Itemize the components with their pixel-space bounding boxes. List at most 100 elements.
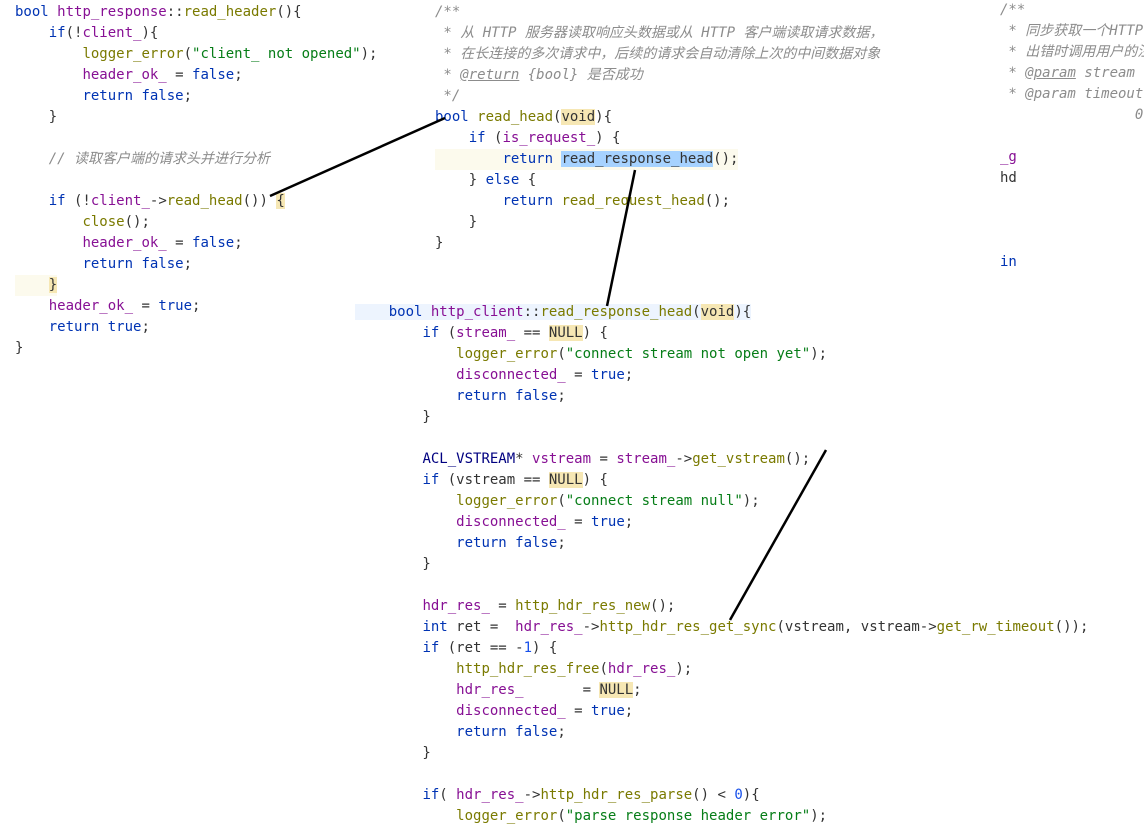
code-line[interactable]: return false; — [15, 88, 192, 104]
token-op — [507, 535, 515, 551]
code-pane-mid-bottom[interactable]: bool http_client::read_response_head(voi… — [355, 302, 1088, 827]
code-line[interactable]: disconnected_ = true; — [355, 703, 633, 719]
code-line[interactable]: return true; — [15, 319, 150, 335]
code-line[interactable]: if (vstream == NULL) { — [355, 472, 608, 488]
code-line[interactable]: */ — [435, 88, 460, 104]
token-op: (); — [650, 598, 675, 614]
token-kw: if — [422, 787, 439, 803]
token-kw: bool — [15, 4, 49, 20]
token-op — [355, 640, 422, 656]
code-line[interactable]: if( hdr_res_->http_hdr_res_parse() < 0){ — [355, 787, 760, 803]
code-line[interactable]: * @param timeout — [1000, 86, 1144, 102]
code-line[interactable]: * @param stream { — [1000, 65, 1144, 81]
code-line[interactable]: } — [355, 745, 431, 761]
token-id: vstream — [532, 451, 591, 467]
code-line[interactable]: if (ret == -1) { — [355, 640, 557, 656]
code-line[interactable]: } — [15, 109, 57, 125]
code-line[interactable]: // 读取客户端的请求头并进行分析 — [15, 151, 270, 167]
code-line[interactable]: return read_response_head(); — [435, 149, 738, 170]
token-id: hdr_res_ — [515, 619, 582, 635]
code-line[interactable]: http_hdr_res_free(hdr_res_); — [355, 661, 692, 677]
token-op: ret = — [448, 619, 515, 635]
code-line[interactable]: return false; — [15, 256, 192, 272]
token-op: } — [355, 556, 431, 572]
code-line[interactable]: bool http_client::read_response_head(voi… — [355, 304, 751, 320]
token-fn: http_hdr_res_get_sync — [599, 619, 776, 635]
code-line[interactable]: /** — [1000, 2, 1025, 18]
token-op — [15, 25, 49, 41]
code-line[interactable]: hdr_res_ = NULL; — [355, 682, 642, 698]
token-op: = — [167, 235, 192, 251]
token-op: () < — [692, 787, 734, 803]
code-line[interactable]: return read_request_head(); — [435, 193, 730, 209]
code-line[interactable]: disconnected_ = true; — [355, 514, 633, 530]
code-line[interactable]: in — [1000, 254, 1017, 270]
code-line[interactable]: header_ok_ = false; — [15, 67, 243, 83]
token-op — [422, 304, 430, 320]
code-line[interactable]: header_ok_ = true; — [15, 298, 200, 314]
token-op: ) { — [595, 130, 620, 146]
token-op: = — [566, 367, 591, 383]
token-id: stream_ — [456, 325, 515, 341]
token-op: ( — [557, 808, 565, 824]
code-line[interactable]: if(!client_){ — [15, 25, 158, 41]
code-line[interactable]: ACL_VSTREAM* vstream = stream_->get_vstr… — [355, 451, 810, 467]
code-line[interactable]: } — [435, 214, 477, 230]
code-line[interactable]: * 从 HTTP 服务器读取响应头数据或从 HTTP 客户端读取请求数据， — [435, 25, 883, 41]
code-line[interactable]: logger_error("connect stream null"); — [355, 493, 760, 509]
code-pane-left[interactable]: bool http_response::read_header(){ if(!c… — [15, 2, 377, 359]
code-line[interactable]: * 出错时调用用户的注 — [1000, 44, 1144, 60]
token-op — [355, 388, 456, 404]
token-op: ; — [141, 319, 149, 335]
code-line[interactable]: } — [355, 556, 431, 572]
token-kw: true — [108, 319, 142, 335]
code-line[interactable]: disconnected_ = true; — [355, 367, 633, 383]
token-fn: logger_error — [456, 346, 557, 362]
token-op — [507, 388, 515, 404]
code-line[interactable]: } — [15, 275, 57, 296]
token-op: (! — [66, 193, 91, 209]
code-line[interactable]: if (stream_ == NULL) { — [355, 325, 608, 341]
code-pane-right[interactable]: /** * 同步获取一个HTTP 协 * 出错时调用用户的注 * @param … — [1000, 0, 1144, 273]
code-line[interactable]: logger_error("connect stream not open ye… — [355, 346, 827, 362]
token-kw: true — [591, 367, 625, 383]
code-line[interactable]: bool read_head(void){ — [435, 109, 612, 125]
token-op: ; — [557, 535, 565, 551]
code-line[interactable]: return false; — [355, 535, 566, 551]
token-kw: if — [49, 193, 66, 209]
code-line[interactable]: * @return {bool} 是否成功 — [435, 67, 643, 83]
token-hl-y: NULL — [549, 472, 583, 488]
code-line[interactable]: } — [435, 235, 443, 251]
token-op — [15, 88, 82, 104]
code-line[interactable]: logger_error("parse response header erro… — [355, 808, 827, 824]
code-line[interactable]: } else { — [435, 172, 536, 188]
code-line[interactable]: return false; — [355, 388, 566, 404]
code-line[interactable]: } — [15, 340, 23, 356]
code-line[interactable]: bool http_response::read_header(){ — [15, 4, 302, 20]
token-kw: return — [456, 535, 507, 551]
code-line[interactable]: return false; — [355, 724, 566, 740]
token-op: { — [519, 172, 536, 188]
code-line[interactable]: 0 — [1000, 107, 1143, 123]
code-line[interactable]: hd — [1000, 170, 1017, 186]
code-line[interactable]: * 同步获取一个HTTP 协 — [1000, 23, 1144, 39]
code-line[interactable]: hdr_res_ = http_hdr_res_new(); — [355, 598, 675, 614]
code-line[interactable]: * 在长连接的多次请求中，后续的请求会自动清除上次的中间数据对象 — [435, 46, 880, 62]
code-line[interactable]: } — [355, 409, 431, 425]
token-kw: return — [456, 724, 507, 740]
token-doc: {bool} 是否成功 — [519, 67, 642, 83]
code-line[interactable]: close(); — [15, 214, 150, 230]
token-kw: false — [515, 388, 557, 404]
editor-viewport: bool http_response::read_header(){ if(!c… — [0, 0, 1144, 828]
token-kw: if — [49, 25, 66, 41]
token-op — [355, 682, 456, 698]
code-line[interactable]: /** — [435, 4, 460, 20]
code-line[interactable]: if (!client_->read_head()) { — [15, 193, 285, 209]
code-line[interactable]: if (is_request_) { — [435, 130, 620, 146]
code-line[interactable]: header_ok_ = false; — [15, 235, 243, 251]
code-line[interactable]: logger_error("client_ not opened"); — [15, 46, 377, 62]
code-pane-mid-top[interactable]: /** * 从 HTTP 服务器读取响应头数据或从 HTTP 客户端读取请求数据… — [435, 2, 883, 254]
code-line[interactable]: _g — [1000, 149, 1017, 165]
code-line[interactable]: int ret = hdr_res_->http_hdr_res_get_syn… — [355, 619, 1088, 635]
token-op: } — [355, 409, 431, 425]
